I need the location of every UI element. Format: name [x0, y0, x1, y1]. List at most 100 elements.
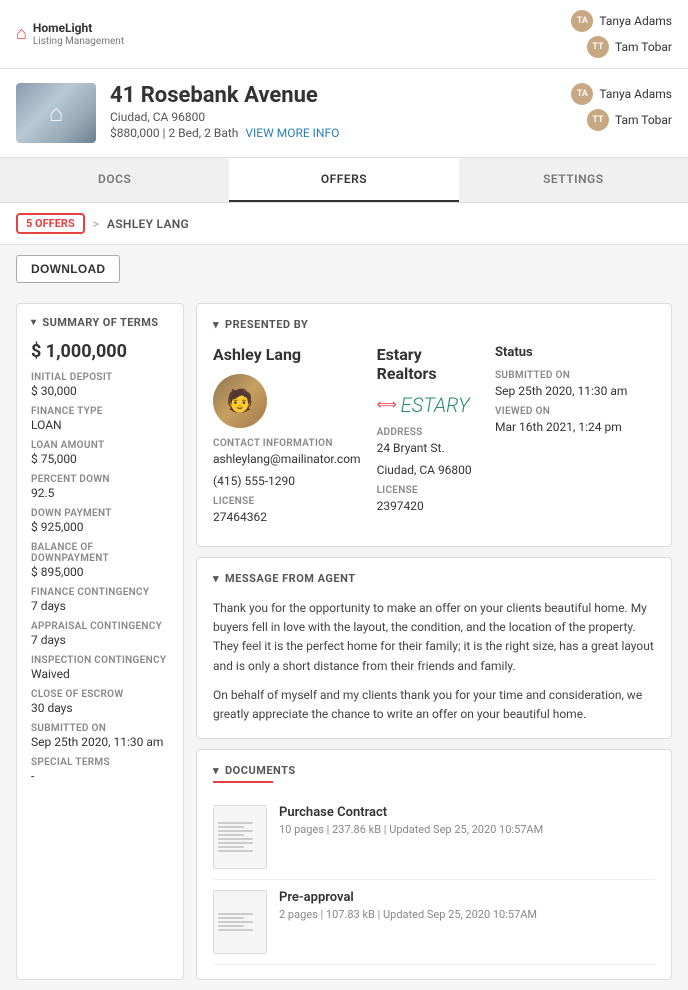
summary-panel: ▾ SUMMARY OF TERMS $ 1,000,000 INITIAL D… [16, 303, 184, 980]
logo-area: ⌂ HomeLight Listing Management [16, 21, 124, 46]
main-content: ▾ SUMMARY OF TERMS $ 1,000,000 INITIAL D… [0, 293, 688, 990]
tab-settings[interactable]: SETTINGS [459, 158, 688, 202]
logo-name: HomeLight [33, 21, 124, 35]
doc-line [218, 842, 253, 844]
estary-text: ESTARY [401, 393, 470, 417]
term-submitted-on: SUBMITTED ON Sep 25th 2020, 11:30 am [31, 723, 169, 749]
message-toggle-icon[interactable]: ▾ [213, 572, 219, 585]
tab-docs[interactable]: DOCS [0, 158, 229, 202]
property-left: ⌂ 41 Rosebank Avenue Ciudad, CA 96800 $8… [16, 83, 339, 143]
prop-user-name-2: Tam Tobar [615, 113, 672, 127]
download-area: DOWNLOAD [0, 245, 688, 293]
breadcrumb-current: ASHLEY LANG [107, 217, 189, 231]
doc-line [218, 925, 244, 927]
prop-user-1: TA Tanya Adams [571, 83, 672, 105]
property-section: ⌂ 41 Rosebank Avenue Ciudad, CA 96800 $8… [0, 69, 688, 158]
agent-avatar: 🧑 [213, 374, 267, 428]
viewed-label: VIEWED ON [495, 406, 655, 417]
view-more-link[interactable]: VIEW MORE INFO [245, 126, 339, 140]
presented-grid: Ashley Lang 🧑 CONTACT INFORMATION ashley… [213, 345, 655, 532]
doc-line [218, 826, 244, 828]
viewed-date: Mar 16th 2021, 1:24 pm [495, 420, 655, 434]
prop-avatar-1: TA [571, 83, 593, 105]
term-close-of-escrow: CLOSE OF ESCROW 30 days [31, 689, 169, 715]
breadcrumb: 5 OFFERS > ASHLEY LANG [0, 203, 688, 245]
agent-col: Ashley Lang 🧑 CONTACT INFORMATION ashley… [213, 345, 377, 532]
presented-by-card: ▾ PRESENTED BY Ashley Lang 🧑 CONTACT INF… [196, 303, 672, 547]
agent-avatar-img: 🧑 [213, 374, 267, 428]
term-appraisal-contingency: APPRAISAL CONTINGENCY 7 days [31, 621, 169, 647]
user-2: TT Tam Tobar [587, 36, 672, 58]
term-finance-type: FINANCE TYPE LOAN [31, 406, 169, 432]
brokerage-address-label: ADDRESS [377, 427, 479, 438]
logo-subtitle: Listing Management [33, 36, 124, 47]
user-name-1: Tanya Adams [599, 14, 672, 28]
status-col: Status SUBMITTED ON Sep 25th 2020, 11:30… [495, 345, 655, 532]
documents-card: ▾ DOCUMENTS [196, 749, 672, 980]
doc-name-1[interactable]: Pre-approval [279, 890, 537, 905]
property-city: Ciudad, CA 96800 [110, 110, 339, 124]
doc-line [218, 822, 253, 824]
term-balance-downpayment: BALANCE OF DOWNPAYMENT $ 895,000 [31, 542, 169, 579]
doc-thumbnail-0 [213, 805, 267, 869]
property-address: 41 Rosebank Avenue [110, 83, 339, 108]
breadcrumb-offers[interactable]: 5 OFFERS [16, 213, 85, 234]
message-text-1: Thank you for the opportunity to make an… [213, 599, 655, 676]
header-users: TA Tanya Adams TT Tam Tobar [571, 10, 672, 58]
summary-toggle-icon[interactable]: ▾ [31, 317, 36, 328]
documents-toggle-icon[interactable]: ▾ [213, 764, 219, 777]
house-icon: ⌂ [49, 99, 64, 128]
doc-info-0: Purchase Contract 10 pages | 237.86 kB |… [279, 805, 543, 836]
prop-avatar-2: TT [587, 109, 609, 131]
user-avatar-1: TA [571, 10, 593, 32]
doc-line [218, 838, 253, 840]
doc-line [218, 921, 253, 923]
brokerage-address-1: 24 Bryant St. [377, 441, 479, 455]
agent-license-label: LICENSE [213, 496, 361, 507]
property-details: $880,000 | 2 Bed, 2 Bath VIEW MORE INFO [110, 126, 339, 140]
message-card: ▾ MESSAGE FROM AGENT Thank you for the o… [196, 557, 672, 739]
homelight-icon: ⌂ [16, 23, 27, 44]
user-avatar-2: TT [587, 36, 609, 58]
presented-toggle-icon[interactable]: ▾ [213, 318, 219, 331]
property-right: TA Tanya Adams TT Tam Tobar [571, 83, 672, 131]
summary-title: ▾ SUMMARY OF TERMS [31, 316, 169, 329]
offer-price: $ 1,000,000 [31, 341, 169, 362]
header: ⌂ HomeLight Listing Management TA Tanya … [0, 0, 688, 69]
breadcrumb-separator: > [93, 217, 99, 231]
doc-item-0: Purchase Contract 10 pages | 237.86 kB |… [213, 795, 655, 880]
doc-info-1: Pre-approval 2 pages | 107.83 kB | Updat… [279, 890, 537, 921]
term-inspection-contingency: INSPECTION CONTINGENCY Waived [31, 655, 169, 681]
agent-email: ashleylang@mailinator.com [213, 452, 361, 466]
agent-phone: (415) 555-1290 [213, 474, 361, 488]
property-image: ⌂ [16, 83, 96, 143]
estary-icon: ⟺ [377, 397, 397, 413]
doc-line [218, 913, 253, 915]
status-title: Status [495, 345, 655, 360]
right-panel: ▾ PRESENTED BY Ashley Lang 🧑 CONTACT INF… [196, 303, 672, 980]
prop-user-2: TT Tam Tobar [587, 109, 672, 131]
term-percent-down: PERCENT DOWN 92.5 [31, 474, 169, 500]
submitted-label: SUBMITTED ON [495, 370, 655, 381]
doc-meta-1: 2 pages | 107.83 kB | Updated Sep 25, 20… [279, 908, 537, 921]
submitted-date: Sep 25th 2020, 11:30 am [495, 384, 655, 398]
doc-line [218, 917, 244, 919]
doc-line [218, 850, 253, 852]
term-finance-contingency: FINANCE CONTINGENCY 7 days [31, 587, 169, 613]
doc-line [218, 929, 253, 931]
tab-offers[interactable]: OFFERS [229, 158, 458, 202]
prop-user-name-1: Tanya Adams [599, 87, 672, 101]
download-button[interactable]: DOWNLOAD [16, 255, 120, 283]
doc-thumbnail-1 [213, 890, 267, 954]
user-1: TA Tanya Adams [571, 10, 672, 32]
estary-logo: ⟺ ESTARY [377, 393, 479, 417]
doc-name-0[interactable]: Purchase Contract [279, 805, 543, 820]
presented-by-title: ▾ PRESENTED BY [213, 318, 655, 331]
brokerage-col: Estary Realtors ⟺ ESTARY ADDRESS 24 Brya… [377, 345, 495, 532]
term-initial-deposit: INITIAL DEPOSIT $ 30,000 [31, 372, 169, 398]
agent-license: 27464362 [213, 510, 361, 524]
doc-line [218, 846, 244, 848]
tab-bar: DOCS OFFERS SETTINGS [0, 158, 688, 203]
agent-name: Ashley Lang [213, 345, 361, 364]
contact-label: CONTACT INFORMATION [213, 438, 361, 449]
